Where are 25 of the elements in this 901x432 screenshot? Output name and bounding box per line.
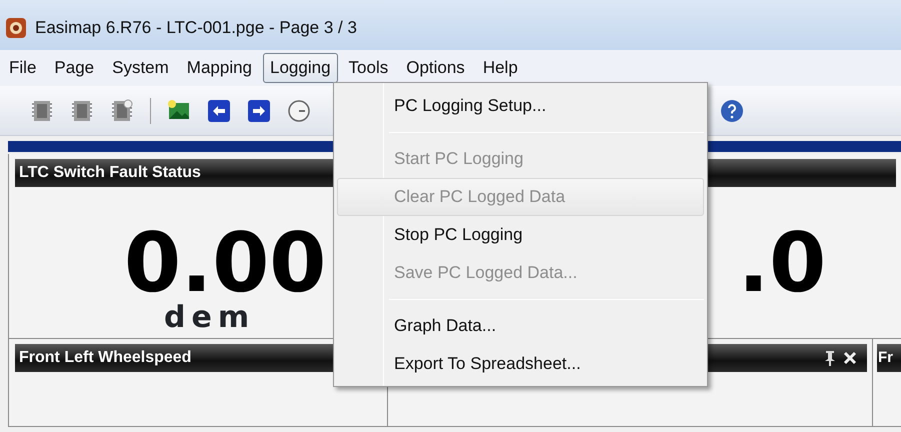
close-icon[interactable]: [843, 351, 857, 365]
chip-icon[interactable]: [110, 98, 134, 122]
chip-icon[interactable]: [30, 98, 54, 122]
menu-item[interactable]: Logging: [263, 53, 338, 83]
panel-title: Fr: [878, 348, 894, 368]
panel-title: LTC Switch Fault Status: [19, 163, 202, 183]
gauge-value: .0: [738, 223, 826, 305]
menu-item[interactable]: Page: [47, 53, 102, 83]
gauge-value: 0.00: [124, 223, 326, 305]
app-icon: [5, 17, 27, 39]
panel-title: Front Left Wheelspeed: [19, 348, 192, 368]
menu-option[interactable]: Stop PC Logging: [337, 216, 704, 254]
help-icon[interactable]: [720, 98, 744, 122]
menu-option[interactable]: Export To Spreadsheet...: [337, 345, 704, 383]
gauge-units: dem: [164, 303, 256, 333]
pin-icon[interactable]: [823, 350, 837, 366]
menu-item[interactable]: Tools: [342, 53, 396, 83]
menu-item[interactable]: Mapping: [180, 53, 260, 83]
menu-option[interactable]: Graph Data...: [337, 307, 704, 345]
menu-item[interactable]: System: [105, 53, 176, 83]
menu-item[interactable]: Help: [476, 53, 525, 83]
window-title: Easimap 6.R76 - LTC-001.pge - Page 3 / 3: [35, 17, 357, 40]
menu-item[interactable]: File: [2, 53, 44, 83]
chip-icon[interactable]: [70, 98, 94, 122]
menu-item[interactable]: Options: [399, 53, 472, 83]
